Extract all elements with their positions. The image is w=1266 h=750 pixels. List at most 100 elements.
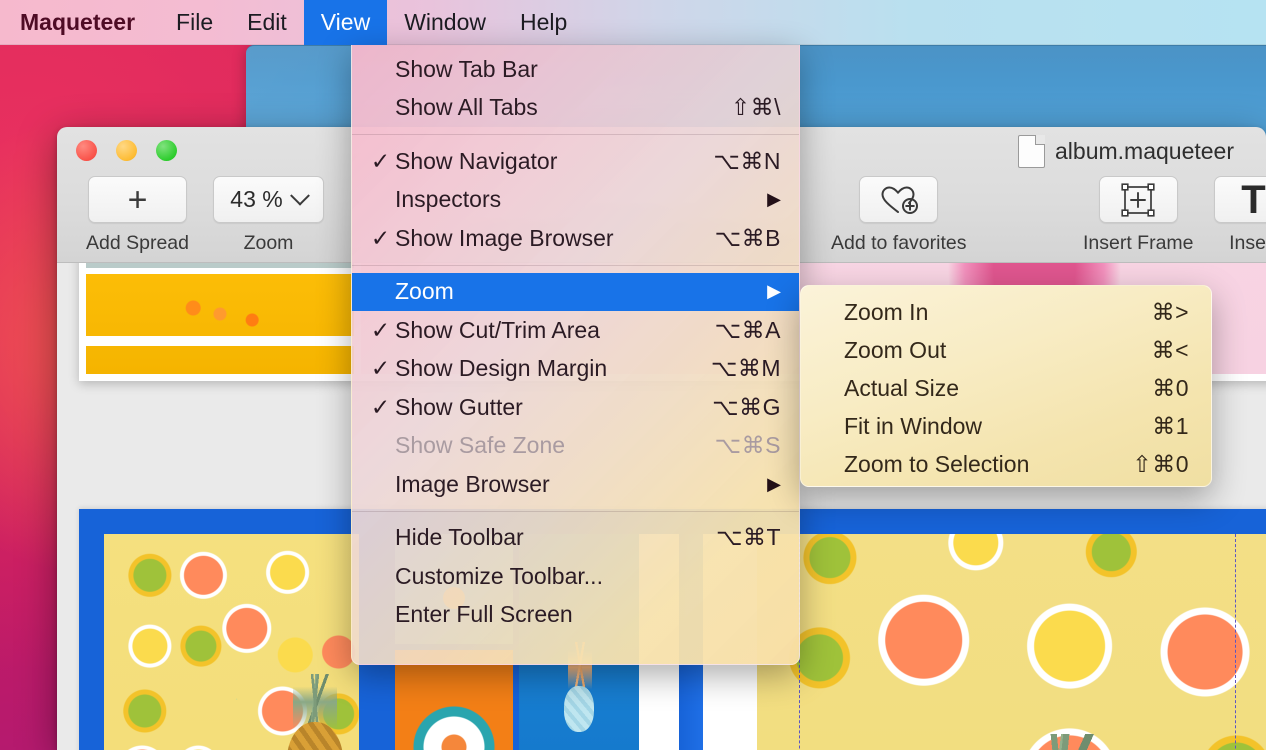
menu-item-image-browser[interactable]: Image Browser ▶	[352, 465, 799, 504]
checkmark-icon: ✓	[370, 316, 391, 343]
menubar-item-view[interactable]: View	[303, 0, 388, 45]
submenu-item-shortcut: ⌘>	[1151, 298, 1189, 325]
minimize-button[interactable]	[116, 140, 137, 161]
menubar-app-name[interactable]: Maqueteer	[0, 0, 159, 45]
menu-item-label: Enter Full Screen	[395, 601, 573, 628]
insert-text-label: Insert	[1229, 232, 1266, 254]
menu-item-label: Customize Toolbar...	[395, 562, 603, 589]
menu-item-label: Show Gutter	[395, 393, 523, 420]
menu-item-shortcut: ⌥⌘M	[710, 355, 781, 382]
submenu-item-label: Fit in Window	[844, 412, 983, 439]
submenu-arrow-icon: ▶	[767, 281, 781, 302]
menu-item-label: Show Design Margin	[395, 355, 608, 382]
menu-item-show-design-margin[interactable]: ✓ Show Design Margin ⌥⌘M	[352, 350, 799, 389]
toolbar-group-favorites: Add to favorites	[831, 176, 967, 255]
insert-frame-label: Insert Frame	[1083, 232, 1194, 254]
menu-item-shortcut: ⇧⌘\	[730, 94, 781, 121]
checkmark-icon: ✓	[370, 393, 391, 420]
add-spread-button[interactable]: +	[88, 176, 187, 223]
heart-plus-icon	[881, 185, 918, 214]
menu-bar[interactable]: Maqueteer File Edit View Window Help	[0, 0, 1266, 45]
menu-item-label: Show Navigator	[395, 147, 558, 174]
spread-top-left-page[interactable]	[79, 263, 361, 381]
menu-item-show-safe-zone: Show Safe Zone ⌥⌘S	[352, 427, 799, 466]
submenu-item-zoom-out[interactable]: Zoom Out ⌘<	[801, 331, 1211, 369]
document-title-label: album.maqueteer	[1055, 138, 1234, 164]
menu-separator	[352, 134, 799, 135]
zoom-level-popup[interactable]: 43 %	[213, 176, 324, 223]
menu-item-show-gutter[interactable]: ✓ Show Gutter ⌥⌘G	[352, 388, 799, 427]
menu-item-show-cut-trim-area[interactable]: ✓ Show Cut/Trim Area ⌥⌘A	[352, 311, 799, 350]
submenu-item-label: Zoom to Selection	[844, 450, 1030, 477]
menu-separator	[352, 264, 799, 266]
menu-item-label: Image Browser	[395, 470, 550, 497]
pineapple-graphic	[279, 674, 351, 750]
menubar-item-file[interactable]: File	[159, 0, 230, 45]
menu-item-show-all-tabs[interactable]: Show All Tabs ⇧⌘\	[352, 89, 799, 128]
menu-item-label: Show Safe Zone	[395, 432, 566, 459]
add-to-favorites-label: Add to favorites	[831, 232, 967, 254]
add-to-favorites-button[interactable]	[859, 176, 939, 223]
design-margin-guide-right	[1235, 534, 1236, 750]
citrus-grid-wrap	[104, 534, 359, 750]
document-title-area[interactable]: album.maqueteer	[1018, 135, 1234, 168]
toolbar-group-add-spread: + Add Spread	[86, 176, 189, 255]
menubar-item-help[interactable]: Help	[503, 0, 584, 45]
zoom-submenu[interactable]: Zoom In ⌘> Zoom Out ⌘< Actual Size ⌘0 Fit in W…	[800, 285, 1212, 487]
zoom-level-value: 43 %	[230, 186, 283, 212]
menu-item-shortcut: ⌥⌘G	[712, 393, 781, 420]
menu-separator	[352, 510, 799, 512]
menu-item-zoom[interactable]: Zoom ▶	[352, 272, 799, 311]
submenu-arrow-icon: ▶	[767, 473, 781, 494]
submenu-item-zoom-in[interactable]: Zoom In ⌘>	[801, 293, 1211, 331]
toolbar-group-zoom: 43 % Zoom	[213, 176, 324, 255]
thumbnail-flowers-in-vase-yellow[interactable]	[86, 274, 354, 374]
thumbnail-orange-on-plate[interactable]	[395, 650, 513, 750]
menu-item-customize-toolbar[interactable]: Customize Toolbar...	[352, 557, 799, 596]
menu-item-shortcut: ⌥⌘S	[714, 432, 781, 459]
menu-item-label: Inspectors	[395, 186, 502, 213]
menu-item-shortcut: ⌥⌘T	[715, 524, 781, 551]
submenu-item-label: Zoom In	[844, 298, 929, 325]
menu-item-show-tab-bar[interactable]: Show Tab Bar	[352, 50, 799, 89]
menu-item-inspectors[interactable]: Inspectors ▶	[352, 181, 799, 220]
checkmark-icon: ✓	[370, 147, 391, 174]
submenu-item-label: Zoom Out	[844, 336, 947, 363]
menu-item-label: Hide Toolbar	[395, 524, 524, 551]
submenu-item-fit-in-window[interactable]: Fit in Window ⌘1	[801, 407, 1211, 445]
submenu-item-shortcut: ⇧⌘0	[1132, 450, 1189, 477]
thumbnail-citrus-wide-yellow[interactable]	[757, 534, 1266, 750]
menu-item-label: Show Cut/Trim Area	[395, 316, 600, 343]
menu-item-show-navigator[interactable]: ✓ Show Navigator ⌥⌘N	[352, 142, 799, 181]
insert-text-button[interactable]: T	[1214, 176, 1266, 223]
menu-item-show-image-browser[interactable]: ✓ Show Image Browser ⌥⌘B	[352, 219, 799, 258]
submenu-item-zoom-to-selection[interactable]: Zoom to Selection ⇧⌘0	[801, 445, 1211, 483]
checkmark-icon: ✓	[370, 224, 391, 251]
document-icon	[1018, 135, 1045, 168]
submenu-item-actual-size[interactable]: Actual Size ⌘0	[801, 369, 1211, 407]
menu-item-shortcut: ⌥⌘B	[714, 224, 781, 251]
menubar-item-edit[interactable]: Edit	[230, 0, 304, 45]
blue-pineapple-body	[564, 686, 594, 733]
checkmark-icon: ✓	[370, 355, 391, 382]
frame-plus-icon	[1121, 182, 1155, 217]
menubar-item-window[interactable]: Window	[387, 0, 503, 45]
menu-item-hide-toolbar[interactable]: Hide Toolbar ⌥⌘T	[352, 519, 799, 558]
maximize-button[interactable]	[156, 140, 177, 161]
pineapple-large-graphic	[989, 734, 1129, 750]
menu-item-label: Show Image Browser	[395, 224, 614, 251]
menu-item-shortcut: ⌥⌘A	[714, 316, 781, 343]
text-t-icon: T	[1241, 177, 1266, 222]
menu-item-enter-full-screen[interactable]: Enter Full Screen	[352, 596, 799, 635]
submenu-item-shortcut: ⌘1	[1152, 412, 1189, 439]
add-spread-label: Add Spread	[86, 232, 189, 254]
menu-item-label: Zoom	[395, 278, 454, 305]
submenu-item-shortcut: ⌘<	[1151, 336, 1189, 363]
view-dropdown-menu[interactable]: Show Tab Bar Show All Tabs ⇧⌘\ ✓ Show Naviga…	[351, 45, 800, 665]
insert-frame-button[interactable]	[1098, 176, 1178, 223]
submenu-arrow-icon: ▶	[767, 189, 781, 210]
plus-icon: +	[127, 180, 148, 219]
pineapple-large-crown	[1015, 734, 1105, 750]
thumbnail-flowers-on-grey[interactable]	[86, 263, 354, 268]
close-button[interactable]	[76, 140, 97, 161]
